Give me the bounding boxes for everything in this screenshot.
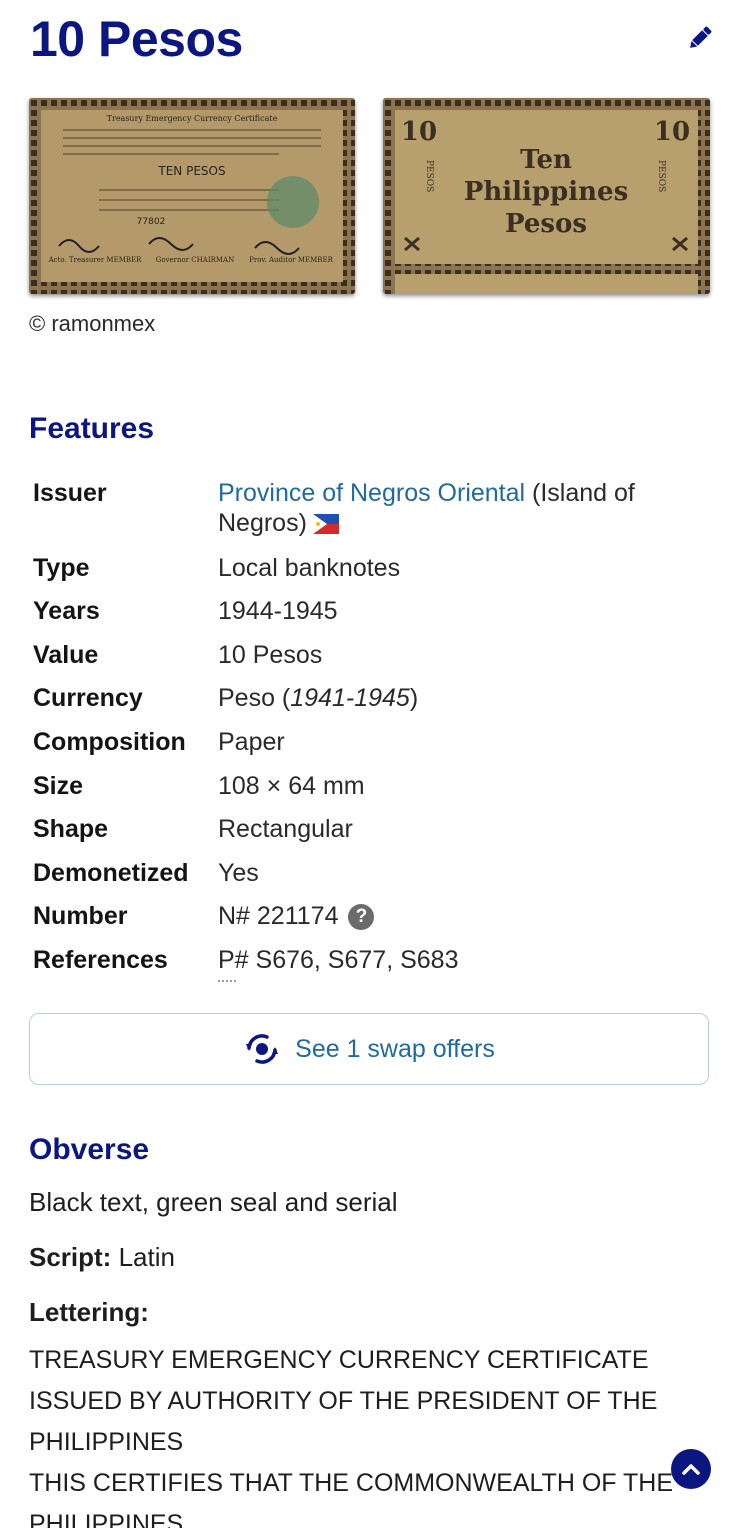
lettering-line: PHILIPPINES bbox=[29, 1428, 184, 1456]
reverse-line-2: Philippines bbox=[464, 177, 628, 207]
row-value: Paper bbox=[218, 728, 285, 756]
row-label: Size bbox=[33, 772, 84, 800]
row-label: Years bbox=[33, 597, 100, 625]
swap-offers-button[interactable]: See 1 swap offers bbox=[29, 1013, 709, 1085]
row-value: Province of Negros Oriental (Island of N… bbox=[218, 479, 635, 537]
row-label: Currency bbox=[33, 684, 143, 712]
features-heading: Features bbox=[29, 412, 155, 445]
row-value: 108 × 64 mm bbox=[218, 772, 365, 800]
note-serial: 77802 bbox=[137, 217, 166, 227]
corner-value-right: 10 bbox=[654, 117, 690, 147]
chevron-up-icon bbox=[682, 1464, 700, 1475]
lettering-label: Lettering: bbox=[29, 1297, 149, 1327]
corner-value-left: 10 bbox=[401, 117, 437, 147]
edit-button[interactable] bbox=[680, 18, 720, 58]
side-text-right: PESOS bbox=[656, 160, 666, 192]
reverse-line-1: Ten bbox=[520, 145, 572, 175]
reverse-line-3: Pesos bbox=[505, 209, 587, 239]
row-label: Value bbox=[33, 641, 99, 669]
row-label: Issuer bbox=[33, 479, 107, 507]
obverse-heading: Obverse bbox=[29, 1133, 150, 1166]
note-header: Treasury Emergency Currency Certificate bbox=[107, 114, 278, 123]
lettering-line: ISSUED BY AUTHORITY OF THE PRESIDENT OF … bbox=[29, 1387, 658, 1415]
swap-icon bbox=[246, 1034, 279, 1064]
row-value: N# 221174? bbox=[218, 901, 688, 931]
row-label: Number bbox=[33, 902, 128, 930]
row-label: References bbox=[33, 946, 168, 974]
help-icon[interactable]: ? bbox=[348, 904, 375, 930]
signatory-center: Governor CHAIRMAN bbox=[156, 256, 234, 264]
row-value: 1944-1945 bbox=[218, 597, 338, 625]
image-credit: © ramonmex bbox=[29, 311, 156, 336]
lettering-line: TREASURY EMERGENCY CURRENCY CERTIFICATE bbox=[29, 1346, 649, 1374]
row-value: Rectangular bbox=[218, 815, 353, 843]
banknote-obverse-image[interactable]: Treasury Emergency Currency Certificate … bbox=[29, 98, 355, 294]
lettering-line: PHILIPPINES bbox=[29, 1510, 184, 1528]
row-value: 10 Pesos bbox=[218, 641, 323, 669]
philippines-flag-icon bbox=[312, 514, 339, 534]
row-value: Peso (1941-1945) bbox=[218, 684, 419, 712]
swap-offers-label: See 1 swap offers bbox=[295, 1034, 495, 1063]
lettering-text: TREASURY EMERGENCY CURRENCY CERTIFICATE … bbox=[29, 1340, 674, 1528]
obverse-description: Black text, green seal and serial bbox=[29, 1187, 398, 1217]
green-seal bbox=[267, 176, 319, 228]
signatory-left: Acto. Treasurer MEMBER bbox=[48, 256, 143, 264]
note-denomination: TEN PESOS bbox=[157, 164, 225, 178]
row-label: Type bbox=[33, 554, 90, 582]
side-text-left: PESOS bbox=[424, 160, 434, 192]
type-link[interactable]: Local banknotes bbox=[218, 553, 688, 583]
issuer-link[interactable]: Province of Negros Oriental bbox=[218, 479, 525, 507]
row-label: Demonetized bbox=[33, 859, 189, 887]
scroll-to-top-button[interactable] bbox=[671, 1449, 711, 1489]
page-title: 10 Pesos bbox=[30, 11, 243, 67]
row-value: P# S676, S677, S683 bbox=[218, 946, 459, 974]
row-value: Yes bbox=[218, 859, 259, 887]
banknote-reverse-image[interactable]: 10 10 PESOS PESOS Ten Philippines Pesos bbox=[383, 98, 710, 294]
lettering-line: THIS CERTIFIES THAT THE COMMONWEALTH OF … bbox=[29, 1469, 674, 1497]
pencil-icon bbox=[690, 26, 712, 48]
row-label: Shape bbox=[33, 815, 109, 843]
references-tooltip-marker[interactable] bbox=[218, 980, 236, 982]
row-label: Composition bbox=[33, 728, 186, 756]
script-info: Script: Latin bbox=[29, 1242, 175, 1272]
signatory-right: Prov. Auditor MEMBER bbox=[249, 256, 333, 264]
